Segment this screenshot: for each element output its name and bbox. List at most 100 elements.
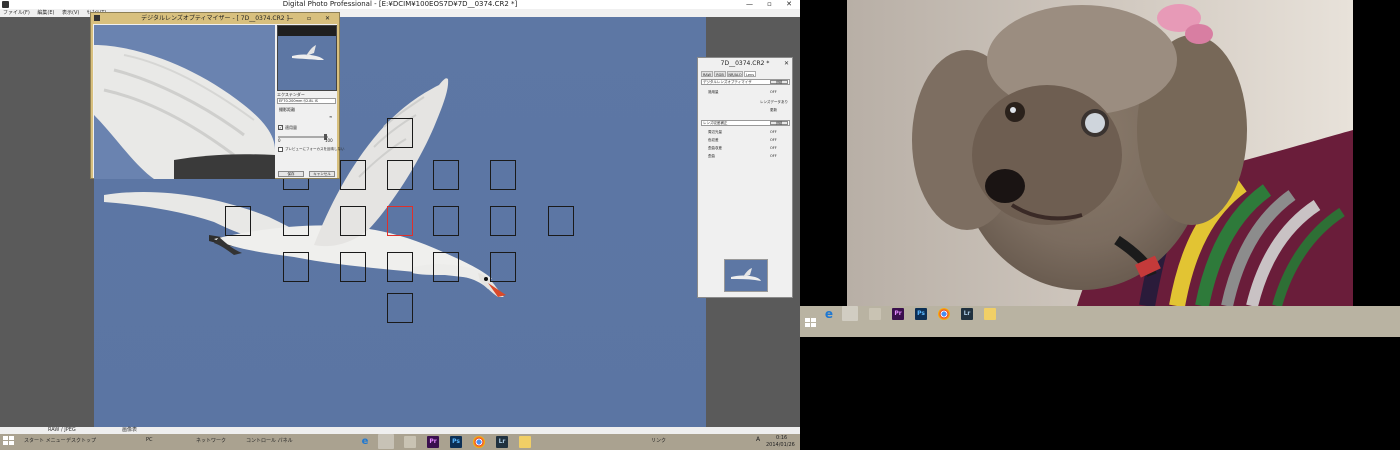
chrome-icon[interactable] [938,308,950,320]
menu-edit[interactable]: 編集(E) [37,10,54,16]
premiere-icon[interactable]: Pr [892,308,904,320]
palette-close-icon[interactable]: ✕ [783,60,790,67]
folder-icon[interactable] [519,436,531,448]
wing-closeup-image [94,25,275,179]
apply-row-value: OFF [770,90,777,94]
photoshop-icon[interactable]: Ps [915,308,927,320]
apply-row-label: 適用量 [708,90,719,94]
tool-palette: 7D__0374.CR2 * ✕ RAW RGB NR/ALO Lens デジタ… [697,57,793,298]
dialog-title-bar: デジタルレンズオプティマイザー - [ 7D__0374.CR2 ] — ▫ ✕ [91,13,339,24]
taskbar-link-label[interactable]: リンク [651,437,666,444]
navigator-thumbnail[interactable] [277,25,337,91]
af-point [340,160,366,190]
row-label: 歪曲 [708,154,715,158]
left-monitor: Digital Photo Professional - [E:¥DCIM¥10… [0,0,800,450]
window-controls[interactable]: — ▫ ✕ [746,0,798,9]
dlo-section-header[interactable]: デジタルレンズオプティマイザ 詳細 [701,79,790,85]
af-point [433,206,459,236]
row-value: OFF [770,138,777,142]
taskbar-network[interactable]: ネットワーク [196,437,226,444]
cancel-button[interactable]: キャンセル [309,171,335,177]
af-point [283,206,309,236]
viewer-margin-left [0,17,94,427]
menu-view[interactable]: 表示(V) [62,10,79,16]
right-monitor: e Pr Ps Lr [800,0,1400,450]
af-point [387,252,413,282]
dlo-detail-button[interactable]: 詳細 [770,80,788,84]
app-icon[interactable] [842,306,858,321]
lens-optimizer-dialog: デジタルレンズオプティマイザー - [ 7D__0374.CR2 ] — ▫ ✕ [90,12,345,179]
aberration-detail-button[interactable]: 詳細 [770,121,788,125]
clock-time[interactable]: 0:16 [776,435,787,441]
taskbar-desktop[interactable]: デスクトップ [66,437,96,444]
ie-icon[interactable]: e [359,436,371,448]
window-title: Digital Photo Professional - [E:¥DCIM¥10… [282,0,518,8]
row-value: OFF [770,146,777,150]
lens-select[interactable]: EF70-200mm f/2.8L IS [277,98,336,104]
af-point [340,206,366,236]
poodle-image [847,0,1353,306]
status-left: RAW / JPEG [48,427,76,433]
clock-date[interactable]: 2014/01/26 [766,442,795,448]
windows-start-icon[interactable] [3,436,17,448]
tab-raw[interactable]: RAW [701,71,713,77]
lens-data-value: あり [781,100,788,104]
af-point [548,206,574,236]
af-point [387,160,413,190]
af-point-active [387,206,413,236]
start-menu-label[interactable]: スタート メニュー [24,437,66,444]
explorer-icon[interactable] [869,308,881,320]
af-point [490,206,516,236]
slider-min-label: 0 [278,138,281,143]
dialog-app-icon [94,15,100,21]
ie-icon[interactable]: e [823,308,835,320]
row-label: 色収差 [708,138,719,142]
row-value: OFF [770,154,777,158]
dpp-title-bar: Digital Photo Professional - [E:¥DCIM¥10… [0,0,800,9]
dpp-taskbar-icon[interactable] [378,434,394,449]
row-label: 歪曲収差 [708,146,722,150]
photoshop-icon[interactable]: Ps [450,436,462,448]
taskbar-pc[interactable]: PC [146,437,153,443]
palette-title: 7D__0374.CR2 * [720,60,770,67]
lens-data-label: レンズデータ [760,100,781,104]
palette-thumbnail[interactable] [724,259,768,292]
taskbar-control-panel[interactable]: コントロール パネル [246,437,293,444]
dialog-title: デジタルレンズオプティマイザー - [ 7D__0374.CR2 ] [141,15,289,22]
windows-start-icon[interactable] [805,318,819,330]
tab-nr-alo[interactable]: NR/ALO [727,71,743,77]
menu-file[interactable]: ファイル(F) [3,10,30,16]
chrome-icon[interactable] [473,436,485,448]
af-point [387,118,413,148]
lightroom-icon[interactable]: Lr [496,436,508,448]
apply-slider[interactable] [278,134,328,140]
folder-icon[interactable] [984,308,996,320]
lightroom-icon[interactable]: Lr [961,308,973,320]
af-point [225,206,251,236]
af-point [433,252,459,282]
status-bar: RAW / JPEG 画像表 [0,427,800,434]
distance-value: ∞ [329,114,333,119]
palette-swan-image [725,260,767,291]
distance-label: 撮影距離 [279,107,295,112]
left-taskbar: スタート メニュー デスクトップ PC ネットワーク コントロール パネル e … [0,434,800,450]
update-button[interactable]: 更新 [770,108,777,113]
preview-checkbox[interactable] [278,147,283,152]
explorer-icon[interactable] [404,436,416,448]
swan-thumbnail-image [278,26,336,90]
tab-lens[interactable]: Lens [744,71,756,77]
af-point [490,160,516,190]
af-point [340,252,366,282]
zoom-preview[interactable] [94,25,275,179]
apply-checkbox[interactable]: ✓ [278,125,283,130]
status-right: 画像表 [122,427,138,433]
aberration-section-header[interactable]: レンズ収差補正 詳細 [701,120,790,126]
save-button[interactable]: 保存 [278,171,304,177]
tab-rgb[interactable]: RGB [714,71,726,77]
preview-checkbox-label: プレビューにフォーカスを反映しない [285,147,345,151]
af-point [387,293,413,323]
dialog-window-controls[interactable]: — ▫ ✕ [287,13,336,24]
slider-max-label: 100 [325,138,333,143]
premiere-icon[interactable]: Pr [427,436,439,448]
ime-indicator[interactable]: A [756,436,760,443]
